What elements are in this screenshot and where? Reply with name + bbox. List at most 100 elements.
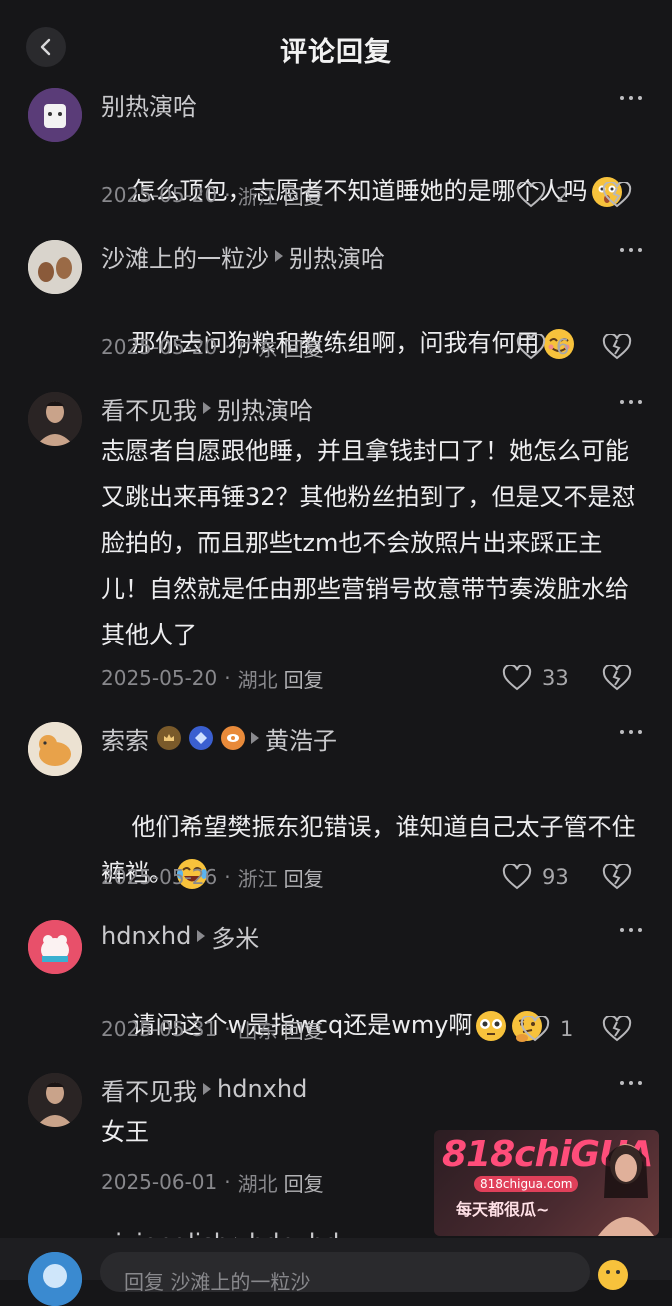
reply-button[interactable]: 回复 <box>284 863 324 892</box>
comment-meta: 2025-05-20 · 湖北 回复 <box>101 663 324 693</box>
comment-region: 山东 <box>237 1018 278 1043</box>
ad-site: 818chigua.com <box>474 1176 579 1192</box>
comment-author: hdnxhd 多米 <box>101 919 259 953</box>
comment-text: 他们希望樊振东犯错误，谁知道自己太子管不住裤裆。 <box>101 758 646 942</box>
reply-to-username[interactable]: 多米 <box>211 919 259 954</box>
username[interactable]: 索索 <box>101 721 149 756</box>
reply-to-username[interactable]: hdnxhd <box>249 1229 339 1238</box>
more-options-icon[interactable] <box>620 926 642 934</box>
header: 评论回复 <box>0 0 672 92</box>
like-button[interactable]: 33 <box>502 663 569 693</box>
comment-author: 看不见我 别热演哈 <box>101 391 313 425</box>
more-options-icon[interactable] <box>620 728 642 736</box>
comment-date: 2025-05-20 <box>101 666 218 690</box>
reply-button[interactable]: 回复 <box>284 664 324 693</box>
comment-region: 广东 <box>237 336 278 361</box>
comment-author: 索索 黄浩子 <box>101 721 337 755</box>
comment-meta: 2025-06-01 · 湖北 回复 <box>101 1167 324 1197</box>
heart-icon <box>516 334 546 360</box>
reply-to-username[interactable]: hdnxhd <box>217 1075 307 1103</box>
more-options-icon[interactable] <box>620 1079 642 1087</box>
comment-meta: 2025-05-20 · 浙江 回复 <box>101 180 324 210</box>
broken-heart-icon <box>602 334 632 360</box>
comment-date: 2025-05-31 <box>101 1017 218 1041</box>
reply-input-placeholder: 回复 沙滩上的一粒沙 <box>124 1270 311 1294</box>
username[interactable]: hdnxhd <box>101 922 191 950</box>
reply-arrow-icon <box>203 402 211 414</box>
dislike-button[interactable] <box>602 663 632 693</box>
broken-heart-icon <box>602 864 632 890</box>
like-count: 2 <box>556 183 570 207</box>
username[interactable]: 看不见我 <box>101 1072 197 1107</box>
avatar[interactable] <box>28 392 82 446</box>
more-options-icon[interactable] <box>620 398 642 406</box>
flushed-emoji-icon <box>476 1011 507 1041</box>
username[interactable]: yiyienglish <box>101 1229 229 1238</box>
dislike-button[interactable] <box>602 862 632 892</box>
like-button[interactable]: 6 <box>516 332 569 362</box>
reply-button[interactable]: 回复 <box>284 333 324 362</box>
avatar[interactable] <box>28 88 82 142</box>
avatar-image <box>28 1252 82 1306</box>
reply-button[interactable]: 回复 <box>284 181 324 210</box>
heart-icon <box>502 864 532 890</box>
broken-heart-icon <box>602 1016 632 1042</box>
eye-badge-icon <box>221 726 245 750</box>
reply-to-username[interactable]: 别热演哈 <box>289 239 385 274</box>
username[interactable]: 沙滩上的一粒沙 <box>101 239 269 274</box>
comment-author: 沙滩上的一粒沙 别热演哈 <box>101 239 385 273</box>
more-options-icon[interactable] <box>620 94 642 102</box>
username[interactable]: 看不见我 <box>101 391 197 426</box>
reply-button[interactable]: 回复 <box>284 1015 324 1044</box>
reply-input[interactable]: 回复 沙滩上的一粒沙 <box>100 1252 590 1294</box>
reply-to-username[interactable]: 别热演哈 <box>217 391 313 426</box>
avatar[interactable] <box>28 240 82 294</box>
dislike-button[interactable] <box>602 332 632 362</box>
comment-author: 别热演哈 <box>101 87 197 121</box>
avatar-image <box>28 240 82 294</box>
reply-arrow-icon <box>197 930 206 942</box>
avatar-image <box>28 1073 82 1127</box>
page-title: 评论回复 <box>280 37 392 68</box>
comment-meta: 2025-05-31 · 山东 回复 <box>101 1014 324 1044</box>
like-count: 93 <box>542 865 569 889</box>
reply-arrow-icon <box>275 250 283 262</box>
comment-region: 湖北 <box>237 1171 278 1196</box>
dislike-button[interactable] <box>602 180 632 210</box>
like-count: 6 <box>556 335 570 359</box>
dislike-button[interactable] <box>602 1014 632 1044</box>
comment-region: 浙江 <box>237 184 278 209</box>
reply-arrow-icon <box>251 732 259 744</box>
my-avatar <box>28 1252 82 1306</box>
comment-author: yiyienglish hdnxhd <box>101 1226 339 1238</box>
broken-heart-icon <box>602 182 632 208</box>
heart-icon <box>516 182 546 208</box>
reply-to-username[interactable]: 黄浩子 <box>265 721 337 756</box>
username[interactable]: 别热演哈 <box>101 87 197 122</box>
reply-button[interactable]: 回复 <box>284 1168 324 1197</box>
more-options-icon[interactable] <box>620 246 642 254</box>
comment-meta: 2025-05-20 · 广东 回复 <box>101 332 324 362</box>
comment-meta: 2025-05-26 · 浙江 回复 <box>101 862 324 892</box>
avatar-image <box>28 920 82 974</box>
heart-icon <box>520 1016 550 1042</box>
diamond-badge-icon <box>189 726 213 750</box>
like-button[interactable]: 2 <box>516 180 569 210</box>
broken-heart-icon <box>602 665 632 691</box>
avatar[interactable] <box>28 1073 82 1127</box>
emoji-picker-icon[interactable] <box>596 1258 630 1292</box>
like-button[interactable]: 93 <box>502 862 569 892</box>
comment-date: 2025-05-20 <box>101 183 218 207</box>
comment-region: 浙江 <box>237 866 278 891</box>
reply-arrow-icon <box>203 1083 211 1095</box>
heart-icon <box>502 665 532 691</box>
ad-banner[interactable]: 818chiGUA 818chigua.com 每天都很瓜~ <box>434 1130 659 1236</box>
like-button[interactable]: 1 <box>520 1014 573 1044</box>
comment-date: 2025-06-01 <box>101 1170 218 1194</box>
avatar-image <box>28 392 82 446</box>
avatar[interactable] <box>28 920 82 974</box>
comment-region: 湖北 <box>237 667 278 692</box>
comment-author: 看不见我 hdnxhd <box>101 1072 307 1106</box>
avatar[interactable] <box>28 722 82 776</box>
avatar-image <box>28 88 82 142</box>
